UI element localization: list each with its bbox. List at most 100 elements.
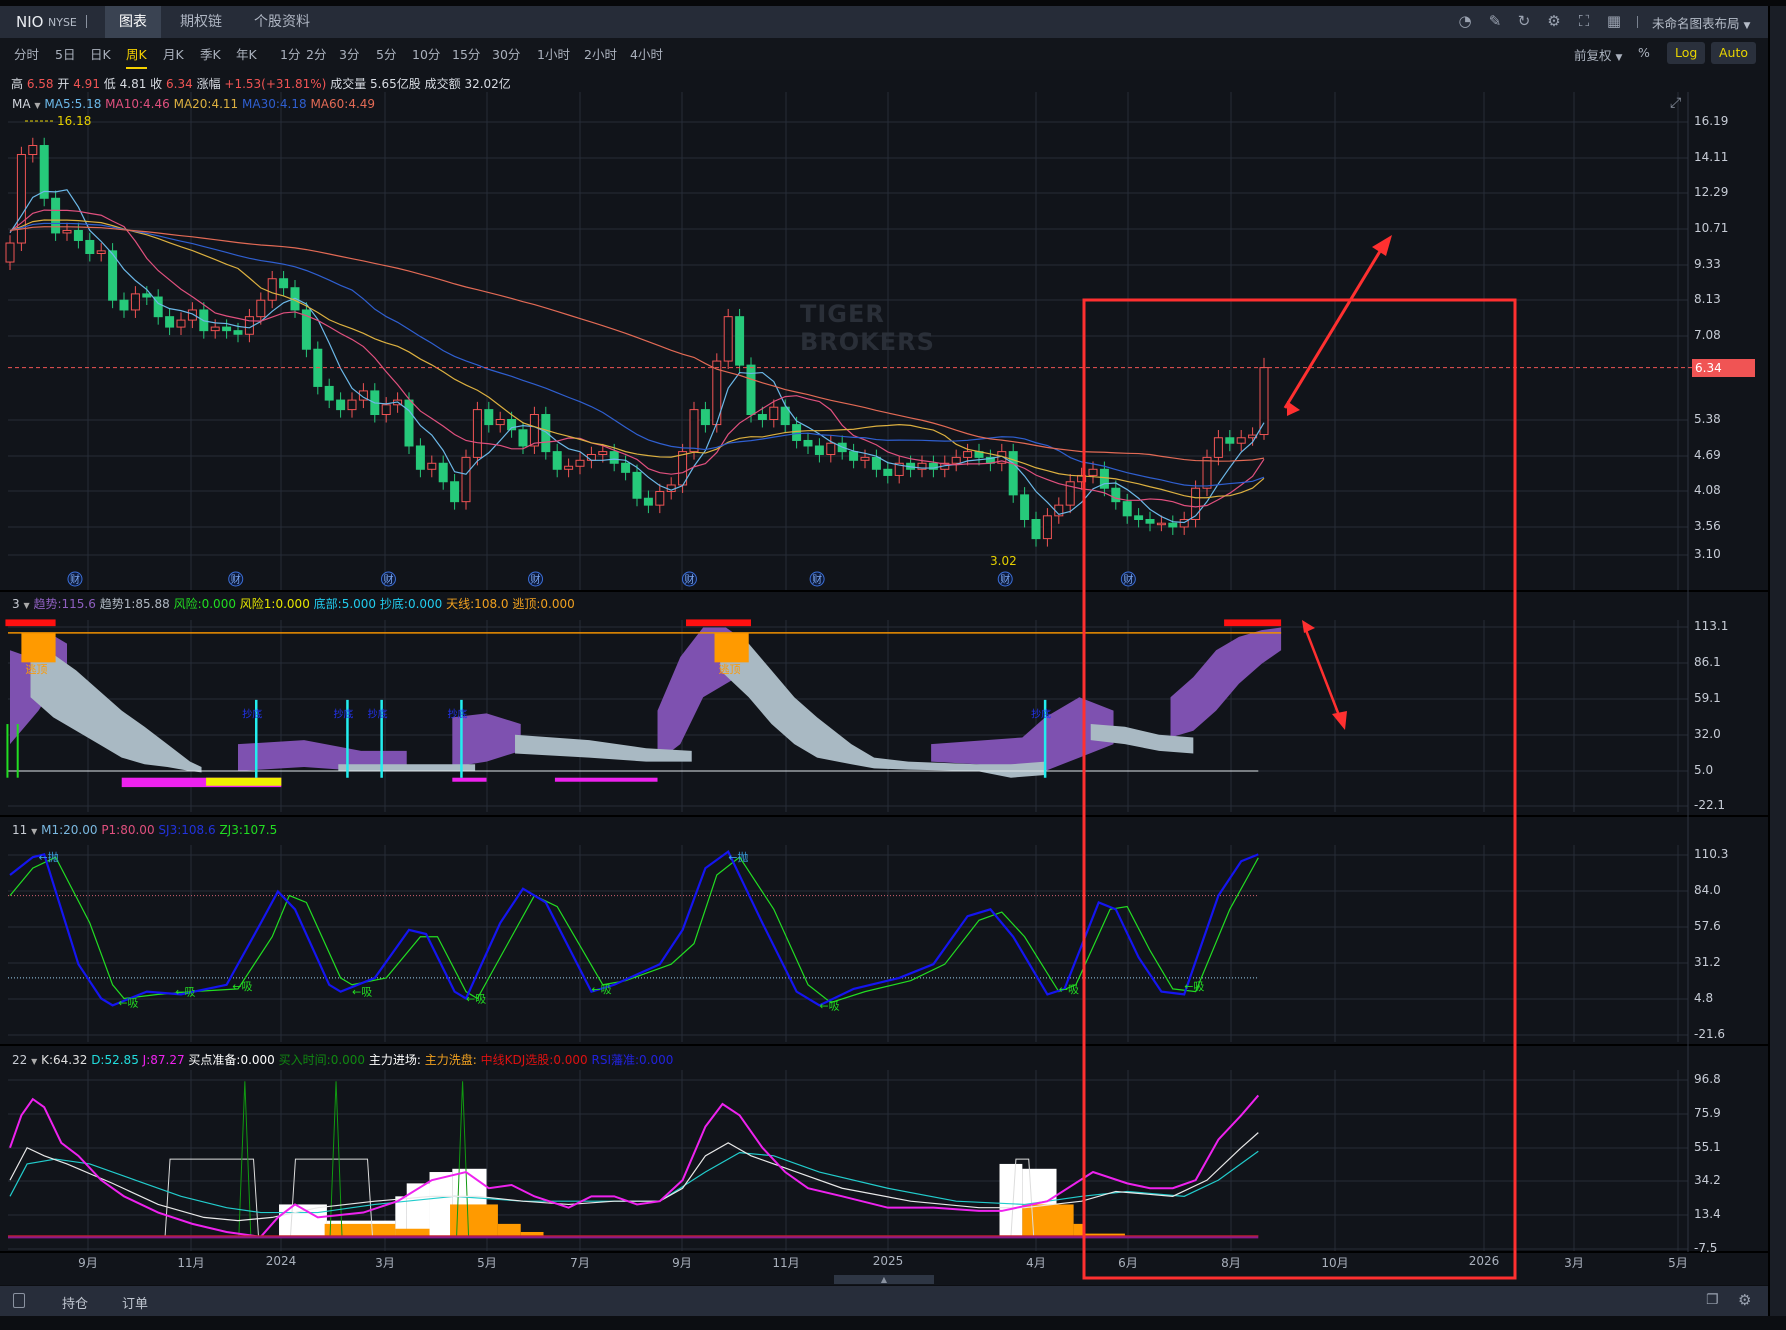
indicator-1-axis-label: 32.0 [1694, 727, 1721, 741]
escape-top-bar [686, 619, 751, 627]
risk-bar [554, 777, 658, 782]
candle-up [769, 406, 779, 421]
chart-canvas[interactable]: 财 财 财 财 财 财 财 财逃顶 逃顶抄底 抄底 抄底 抄底 抄底 ←抛 ←抛 ←吸 ←吸 ←吸 ←吸 ←吸 ←吸 ←吸… [0, 0, 1786, 1330]
zj3-line [9, 856, 1259, 1004]
positions-tab[interactable]: 持仓 [62, 1293, 88, 1312]
last-price-tag: 6.34 [1692, 359, 1755, 377]
date-axis-label: 6月 [1118, 1256, 1138, 1270]
price-axis-label: 5.38 [1694, 412, 1721, 426]
indicator-1-legend[interactable]: 3 ▼ 趋势:115.6 趋势1:85.88 风险:0.000 风险1:0.00… [12, 595, 575, 612]
buy-bottom-value: 抄底:0.000 [379, 597, 443, 611]
chevron-down-icon[interactable]: ▼ [34, 101, 40, 110]
candle-up [381, 404, 391, 416]
escape-top-value: 逃顶:0.000 [512, 597, 575, 611]
ma10-value: MA10:4.46 [105, 97, 170, 111]
buy-time-value: 买入时间:0.000 [278, 1053, 366, 1067]
p1-value: P1:80.00 [101, 823, 155, 837]
price-axis-label: 8.13 [1694, 292, 1721, 306]
candle-down [700, 409, 710, 426]
panel-toggle-icon[interactable] [13, 1293, 25, 1308]
high-marker: 16.18 [57, 114, 92, 128]
candle-up [1202, 456, 1212, 489]
arrowhead-icon [1287, 401, 1300, 416]
date-axis-label: 9月 [672, 1256, 692, 1270]
chevron-down-icon[interactable]: ▼ [23, 601, 29, 610]
earnings-marker-label: 财 [383, 573, 393, 586]
earnings-marker-label: 财 [231, 573, 241, 586]
buy-signal-label: ←吸 [118, 997, 138, 1010]
candle-down [541, 414, 551, 453]
annotation-box [1082, 298, 1517, 1280]
candle-up [598, 451, 608, 455]
kdj-screen-value: 中线KDJ选股:0.000 [480, 1053, 588, 1067]
buy-bottom-label: 抄底 [242, 707, 262, 720]
candle-up [347, 399, 357, 411]
candle-up [256, 299, 266, 318]
candle-up [564, 465, 574, 470]
orders-tab[interactable]: 订单 [122, 1293, 148, 1312]
candle-up [1088, 468, 1098, 476]
indicator-3-legend[interactable]: 22 ▼ K:64.32 D:52.85 J:87.27 买点准备:0.000 … [12, 1051, 673, 1068]
escape-top-label: 逃顶 [25, 663, 47, 676]
ma20-value: MA20:4.11 [173, 97, 239, 111]
indicator-id: 11 [12, 823, 28, 837]
bottom-bar [0, 1286, 1768, 1316]
date-axis-label: 5月 [477, 1256, 497, 1270]
sell-signal-label: ←抛 [39, 850, 59, 864]
risk1-value: 风险1:0.000 [239, 597, 310, 611]
indicator-2-axis-label: 84.0 [1694, 883, 1721, 897]
indicator-1-axis-label: -22.1 [1694, 798, 1726, 812]
price-axis-label: 7.08 [1694, 328, 1721, 342]
candle-down [1111, 487, 1121, 503]
indicator-id: 22 [12, 1053, 28, 1067]
m1-value: M1:20.00 [41, 823, 98, 837]
d-value: D:52.85 [91, 1053, 139, 1067]
settings-icon[interactable]: ⚙ [1738, 1291, 1751, 1309]
date-axis-label: 3月 [375, 1256, 395, 1270]
candle-down [803, 439, 813, 447]
price-axis-label: 4.08 [1694, 483, 1721, 497]
popout-icon[interactable]: ❐ [1706, 1292, 1719, 1308]
indicator-1-axis-label: 113.1 [1694, 619, 1729, 633]
indicator-2-axis-label: 57.6 [1694, 919, 1721, 933]
candle-up [427, 462, 437, 470]
earnings-marker-label: 财 [684, 573, 694, 586]
candle-down [324, 385, 334, 401]
candle-down [1168, 522, 1178, 528]
ma-legend[interactable]: MA ▼ MA5:5.18 MA10:4.46 MA20:4.11 MA30:4… [12, 97, 375, 111]
earnings-marker-label: 财 [1123, 573, 1133, 586]
buy-signal-label: ←吸 [466, 992, 486, 1005]
candle-down [336, 399, 346, 411]
candle-down [165, 316, 175, 328]
candle-down [632, 471, 642, 499]
main-wash-bar [1022, 1204, 1074, 1237]
chevron-down-icon[interactable]: ▼ [31, 1057, 37, 1066]
trend1-band [30, 650, 202, 773]
indicator-1-axis-label: 5.0 [1694, 763, 1714, 777]
sky-line-value: 天线:108.0 [446, 597, 509, 611]
watermark: TIGER BROKERS [800, 300, 935, 356]
expand-icon[interactable]: ⤢ [1670, 95, 1681, 111]
indicator-3-axis-label: 13.4 [1694, 1207, 1721, 1221]
ma60-line [9, 226, 1265, 462]
price-axis-label: 3.56 [1694, 519, 1721, 533]
chevron-down-icon[interactable]: ▼ [31, 827, 37, 836]
ma10-line [9, 209, 1265, 508]
main-wash-label: 主力洗盘: [424, 1053, 477, 1067]
candle-up [267, 278, 277, 301]
candle-down [85, 239, 95, 255]
buy-bottom-label: 抄底 [1031, 707, 1051, 720]
date-axis-label: 2024 [265, 1254, 297, 1268]
ma-legend-name: MA [12, 97, 31, 111]
buy-signal-label: ←吸 [232, 980, 252, 993]
indicator-2-legend[interactable]: 11 ▼ M1:20.00 P1:80.00 SJ3:108.6 ZJ3:107… [12, 823, 277, 837]
candle-up [1213, 437, 1223, 458]
date-axis-label: 3月 [1564, 1256, 1584, 1270]
candle-up [210, 326, 220, 332]
candle-down [621, 462, 631, 473]
scroll-handle[interactable]: ▲ [834, 1275, 934, 1284]
candle-up [963, 451, 973, 458]
candle-up [689, 409, 699, 453]
buy-signal-label: ←吸 [1184, 980, 1204, 993]
candle-up [860, 456, 870, 461]
